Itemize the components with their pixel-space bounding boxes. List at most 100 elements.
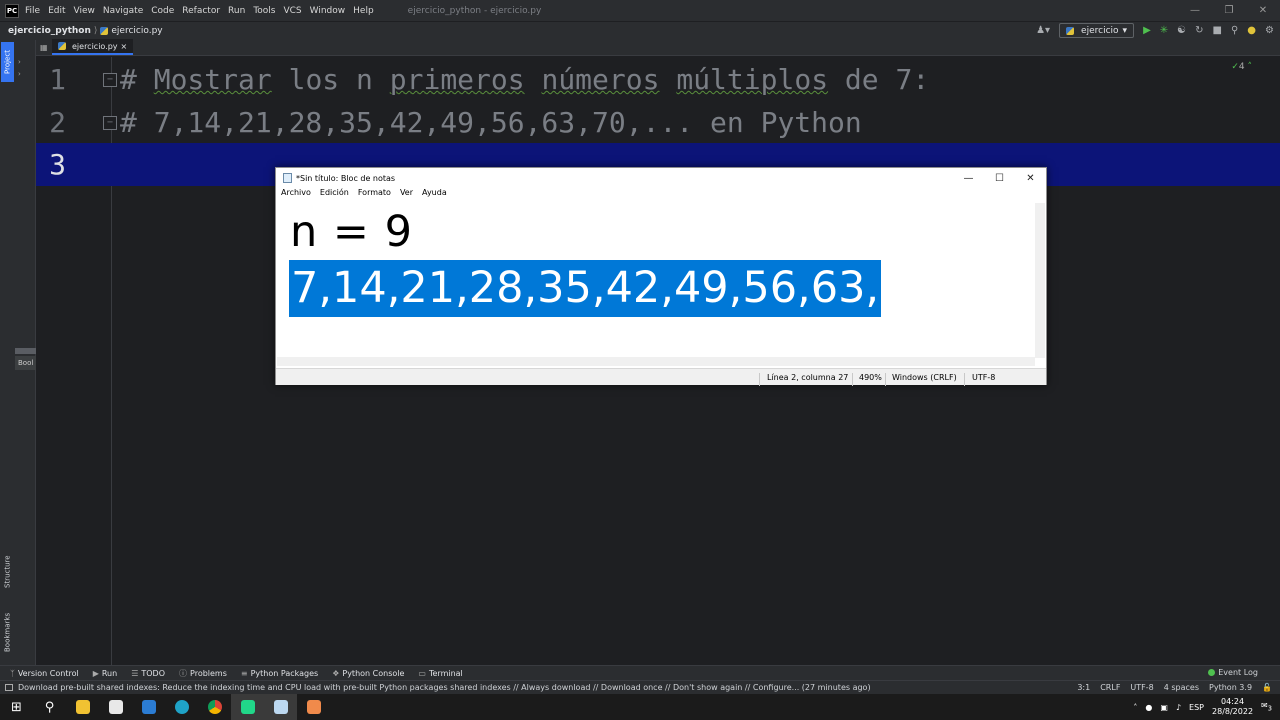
list-icon: ☰	[131, 668, 139, 678]
tool-python-console[interactable]: ❖ Python Console	[332, 669, 404, 678]
comment-word: Mostrar	[153, 63, 272, 96]
tab-close-icon[interactable]: ×	[121, 42, 128, 51]
notepad-menu-archivo[interactable]: Archivo	[281, 188, 311, 202]
tab-ejercicio-py[interactable]: ejercicio.py ×	[52, 39, 134, 55]
code-line[interactable]: 1 − # Mostrar los n primeros números múl…	[36, 58, 1280, 101]
notepad-horizontal-scrollbar[interactable]	[277, 357, 1035, 366]
volume-icon[interactable]: ♪	[1176, 703, 1181, 712]
fold-collapse-icon[interactable]: −	[103, 115, 117, 130]
event-log-label: Event Log	[1218, 668, 1258, 677]
microphone-icon[interactable]: ●	[1145, 703, 1152, 712]
notepad-menu-ver[interactable]: Ver	[400, 188, 413, 202]
comment-word: números	[541, 63, 660, 96]
tool-python-packages[interactable]: ≡ Python Packages	[241, 669, 318, 678]
tool-todo[interactable]: ☰ TODO	[131, 669, 165, 678]
line-separator[interactable]: CRLF	[1100, 683, 1120, 692]
interpreter[interactable]: Python 3.9	[1209, 683, 1252, 692]
network-icon[interactable]: ▣	[1160, 703, 1168, 712]
notification-icon[interactable]	[5, 684, 13, 691]
breadcrumb-file[interactable]: ejercicio.py	[111, 26, 162, 36]
menu-bar: PC File Edit View Navigate Code Refactor…	[0, 0, 1280, 21]
menu-view[interactable]: View	[74, 6, 95, 16]
bookmarks-tool-tab[interactable]: Bookmarks	[1, 606, 14, 658]
menu-window[interactable]: Window	[310, 6, 346, 16]
debug-icon[interactable]: ✳	[1160, 25, 1168, 36]
search-icon[interactable]: ⚲	[33, 694, 66, 720]
pane-splitter[interactable]	[15, 348, 36, 354]
menu-tools[interactable]: Tools	[253, 6, 275, 16]
caret-position[interactable]: 3:1	[1077, 683, 1090, 692]
tool-terminal[interactable]: ▭ Terminal	[418, 669, 462, 678]
lock-icon[interactable]: 🔓	[1262, 683, 1272, 692]
stop-icon[interactable]: ■	[1213, 25, 1222, 36]
show-hidden-icons-icon[interactable]: ˄	[1133, 703, 1137, 712]
code-line[interactable]: 2 − # 7,14,21,28,35,42,49,56,63,70,... e…	[36, 101, 1280, 144]
project-tool-tab[interactable]: Project	[1, 42, 14, 82]
menu-help[interactable]: Help	[353, 6, 374, 16]
language-indicator[interactable]: ESP	[1189, 703, 1204, 712]
python-file-icon	[100, 27, 109, 35]
pycharm-taskbar-icon[interactable]	[231, 694, 264, 720]
menu-navigate[interactable]: Navigate	[103, 6, 143, 16]
close-icon[interactable]: ✕	[1246, 0, 1280, 21]
profile-icon[interactable]: ↻	[1195, 25, 1203, 36]
tool-problems[interactable]: ⓘ Problems	[179, 668, 227, 679]
tab-list-icon[interactable]: ▦	[40, 43, 48, 52]
run-config-label: ejercicio	[1081, 25, 1119, 36]
event-log-button[interactable]: Event Log	[1208, 668, 1258, 677]
expand-arrow-icon[interactable]: ›	[18, 70, 21, 78]
tool-label: Python Packages	[250, 668, 319, 678]
paint-icon[interactable]	[297, 694, 330, 720]
menu-run[interactable]: Run	[228, 6, 245, 16]
minimize-icon[interactable]: —	[1178, 0, 1212, 21]
menu-vcs[interactable]: VCS	[283, 6, 301, 16]
menu-code[interactable]: Code	[151, 6, 174, 16]
windows-start-icon[interactable]: ⊞	[0, 694, 33, 720]
status-message[interactable]: Download pre-built shared indexes: Reduc…	[18, 683, 871, 692]
store-icon[interactable]	[99, 694, 132, 720]
notification-center-icon[interactable]: ✉3	[1261, 701, 1272, 713]
notepad-menu-formato[interactable]: Formato	[358, 188, 391, 202]
notepad-status-bar: Línea 2, columna 27 490% Windows (CRLF) …	[276, 368, 1046, 386]
edge-icon[interactable]	[165, 694, 198, 720]
notepad-text-area[interactable]: n = 9 7,14,21,28,35,42,49,56,63,	[277, 203, 1033, 355]
menu-refactor[interactable]: Refactor	[182, 6, 220, 16]
tool-label: Run	[101, 668, 118, 678]
expand-arrow-icon[interactable]: ›	[18, 58, 21, 66]
restore-icon[interactable]: ❐	[1212, 0, 1246, 21]
notepad-vertical-scrollbar[interactable]	[1035, 203, 1045, 358]
chrome-icon[interactable]	[198, 694, 231, 720]
tool-label: Terminal	[428, 668, 463, 678]
run-icon[interactable]: ▶	[1143, 25, 1151, 36]
menu-file[interactable]: File	[25, 6, 40, 16]
user-icon[interactable]: ♟▾	[1036, 25, 1050, 36]
run-config-select[interactable]: ejercicio ▾	[1059, 23, 1135, 38]
minimize-icon[interactable]: —	[953, 168, 984, 188]
clock[interactable]: 04:24 28/8/2022	[1212, 697, 1253, 717]
tool-version-control[interactable]: ᛉ Version Control	[10, 669, 79, 678]
coverage-icon[interactable]: ☯	[1177, 25, 1186, 36]
tool-label: Version Control	[17, 668, 79, 678]
notepad-zoom: 490%	[859, 373, 882, 382]
file-explorer-icon[interactable]	[66, 694, 99, 720]
left-tool-strip: Project Structure Bookmarks	[0, 40, 15, 665]
close-icon[interactable]: ✕	[1015, 168, 1046, 188]
breadcrumb-project[interactable]: ejercicio_python	[8, 26, 91, 36]
notepad-menu-ayuda[interactable]: Ayuda	[422, 188, 447, 202]
event-log-icon	[1208, 669, 1216, 676]
file-encoding[interactable]: UTF-8	[1130, 683, 1153, 692]
fold-collapse-icon[interactable]: −	[103, 72, 117, 87]
maximize-icon[interactable]: ☐	[984, 168, 1015, 188]
notepad-menu-bar: Archivo Edición Formato Ver Ayuda	[276, 188, 451, 202]
indent-setting[interactable]: 4 spaces	[1164, 683, 1199, 692]
tool-run[interactable]: ▶ Run	[93, 669, 118, 678]
notepad-window-controls: — ☐ ✕	[953, 168, 1046, 188]
structure-tool-tab[interactable]: Structure	[1, 548, 14, 596]
settings-icon[interactable]: ⚙	[1265, 25, 1274, 36]
notepad-menu-edicion[interactable]: Edición	[320, 188, 349, 202]
ide-updates-icon[interactable]: ●	[1247, 25, 1256, 36]
menu-edit[interactable]: Edit	[48, 6, 65, 16]
mail-icon[interactable]	[132, 694, 165, 720]
search-icon[interactable]: ⚲	[1231, 25, 1238, 36]
notepad-taskbar-icon[interactable]	[264, 694, 297, 720]
